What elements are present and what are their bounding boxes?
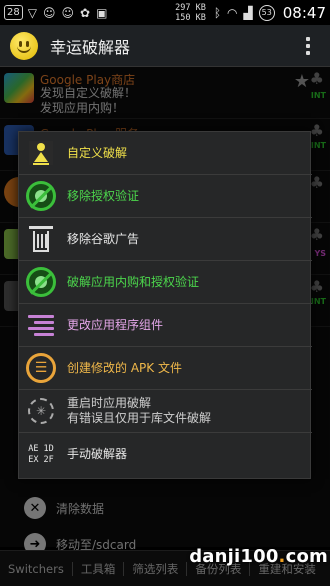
menu-item-label-line1: 重启时应用破解 [67,396,152,410]
signal-arrow-icon: ▽ [27,5,37,20]
menu-item-remove-ads[interactable]: 移除谷歌广告 [19,218,312,261]
hex-line: EX 2F [28,454,54,465]
license-ban-icon [25,180,57,212]
download-speed: 150 KB [175,12,206,23]
trash-icon [25,223,57,255]
network-speed: 297 KB 150 KB [175,3,206,23]
custom-patch-icon [25,137,57,169]
watermark: danji100.com [189,546,328,567]
menu-item-patch-on-reboot[interactable]: ✳ 重启时应用破解 有错误且仅用于库文件破解 [19,390,312,433]
hex-editor-icon: AE 1D EX 2F [25,439,57,471]
clock: 08:47 [282,3,326,22]
app-logo-icon [10,31,38,60]
menu-item-label: 更改应用程序组件 [67,317,164,332]
menu-item-label: 自定义破解 [67,145,128,160]
battery-icon: 53 [258,4,275,21]
action-bar: 幸运破解器 [0,25,330,67]
purchase-ban-icon [25,266,57,298]
hex-line: AE 1D [28,443,54,454]
menu-item-label: 破解应用内购和授权验证 [67,274,200,289]
menu-item-manual-patcher[interactable]: AE 1D EX 2F 手动破解器 [19,433,312,476]
menu-item-label: 创建修改的 APK 文件 [67,360,182,375]
restart-icon: ✳ [25,395,57,427]
cell-signal-icon: ▟ [243,5,253,20]
notification-count-badge: 28 [4,5,23,20]
watermark-text: danji100 [189,546,279,567]
status-bar: 28 ▽ ☺ ☺ ✿ ▣ 297 KB 150 KB ᛒ ◠ ▟ 53 08:4… [0,0,330,25]
components-icon [25,309,57,341]
menu-item-label: 移除谷歌广告 [67,231,140,246]
watermark-suffix: com [285,546,328,567]
menu-item-label: 移除授权验证 [67,188,140,203]
app-title: 幸运破解器 [50,37,131,57]
wifi-icon: ◠ [227,5,238,20]
chat-icon-2: ☺ [61,5,74,20]
patch-menu-dialog: 自定义破解 移除授权验证 移除谷歌广告 破解应用内购和授权验证 更改应用程序组件… [18,131,312,479]
bluetooth-icon: ᛒ [213,5,222,20]
weibo-icon: ✿ [80,5,91,20]
menu-item-change-components[interactable]: 更改应用程序组件 [19,304,312,347]
menu-item-remove-license[interactable]: 移除授权验证 [19,175,312,218]
apk-file-icon: ☰ [25,352,57,384]
overflow-menu-icon[interactable] [298,36,318,55]
menu-item-patch-iap-license[interactable]: 破解应用内购和授权验证 [19,261,312,304]
chat-icon: ☺ [42,5,56,20]
menu-item-custom-patch[interactable]: 自定义破解 [19,132,312,175]
status-right: ᛒ ◠ ▟ 53 08:47 [214,4,326,22]
bag-icon: ▣ [96,5,108,20]
menu-item-label: 手动破解器 [67,447,128,461]
upload-speed: 297 KB [175,2,206,13]
menu-item-create-apk[interactable]: ☰ 创建修改的 APK 文件 [19,347,312,390]
menu-item-label-line2: 有错误且仅用于库文件破解 [67,411,212,425]
menu-item-label: 重启时应用破解 有错误且仅用于库文件破解 [67,396,211,426]
watermark-dot: . [278,546,286,567]
